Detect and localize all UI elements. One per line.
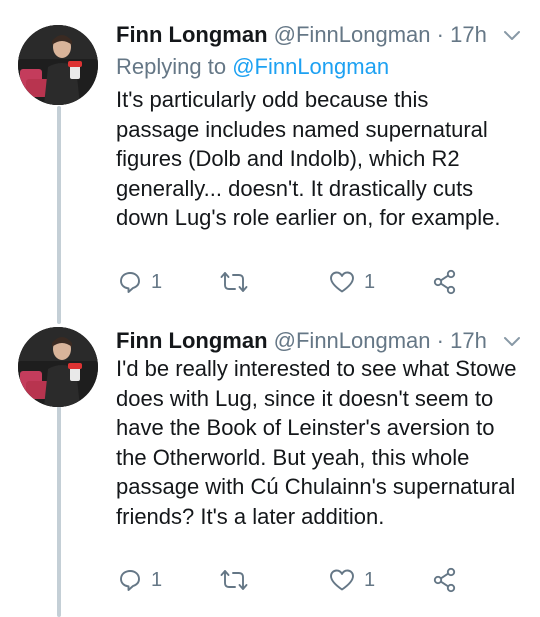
share-button[interactable]	[432, 565, 458, 595]
chevron-down-icon	[504, 31, 520, 40]
reply-button[interactable]: 1	[118, 565, 162, 595]
share-icon	[433, 567, 456, 593]
share-button[interactable]	[432, 267, 458, 297]
tweet[interactable]: Finn Longman @FinnLongman · 17h I'd be r…	[0, 320, 540, 617]
author-name[interactable]: Finn Longman	[116, 328, 268, 353]
avatar[interactable]	[18, 25, 98, 105]
timestamp[interactable]: 17h	[450, 328, 487, 353]
like-button[interactable]: 1	[329, 565, 375, 595]
separator-dot: ·	[436, 328, 444, 353]
timestamp[interactable]: 17h	[450, 22, 487, 47]
heart-icon	[330, 569, 354, 591]
avatar-photo	[18, 327, 98, 407]
tweet-text: I'd be really interested to see what Sto…	[116, 356, 517, 529]
tweet-menu-button[interactable]	[502, 334, 522, 350]
avatar[interactable]	[18, 327, 98, 407]
tweet-header: Finn Longman @FinnLongman · 17h	[116, 20, 487, 50]
replying-to: Replying to @FinnLongman	[116, 52, 389, 82]
tweet-text: It's particularly odd because this passa…	[116, 87, 501, 230]
like-count: 1	[364, 271, 376, 293]
reply-count: 1	[151, 569, 163, 591]
like-count: 1	[364, 569, 376, 591]
share-icon	[433, 269, 456, 295]
tweet-actions: 1 1	[0, 565, 540, 595]
reply-button[interactable]: 1	[118, 267, 162, 297]
heart-icon	[330, 271, 354, 293]
tweet-actions: 1 1	[0, 267, 540, 297]
replying-to-label: Replying to	[116, 54, 233, 79]
avatar-photo	[18, 25, 98, 105]
tweet-menu-button[interactable]	[502, 28, 522, 44]
reply-icon	[120, 272, 140, 293]
retweet-button[interactable]	[220, 267, 248, 297]
chevron-down-icon	[504, 337, 520, 346]
tweet[interactable]: Finn Longman @FinnLongman · 17h Replying…	[0, 0, 540, 320]
retweet-button[interactable]	[220, 565, 248, 595]
author-handle[interactable]: @FinnLongman	[274, 328, 431, 353]
separator-dot: ·	[436, 22, 444, 47]
retweet-icon	[220, 570, 248, 590]
reply-icon	[120, 570, 140, 591]
author-handle[interactable]: @FinnLongman	[274, 22, 431, 47]
retweet-icon	[220, 272, 248, 292]
reply-count: 1	[151, 271, 163, 293]
author-name[interactable]: Finn Longman	[116, 22, 268, 47]
like-button[interactable]: 1	[329, 267, 375, 297]
replying-to-handle[interactable]: @FinnLongman	[232, 54, 389, 79]
tweet-header: Finn Longman @FinnLongman · 17h	[116, 326, 487, 356]
